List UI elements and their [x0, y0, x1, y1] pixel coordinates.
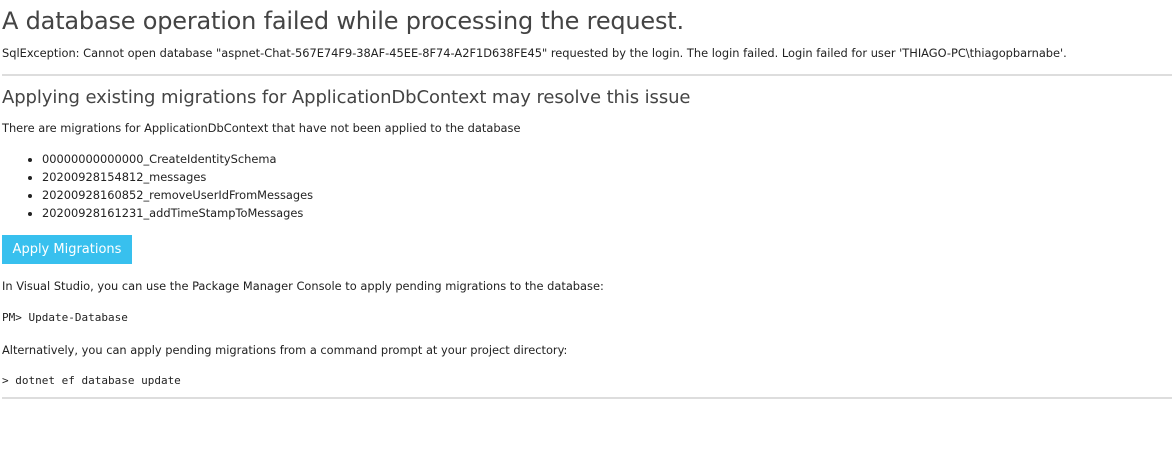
divider [2, 74, 1172, 76]
cli-command: > dotnet ef database update [2, 374, 181, 387]
list-item: 20200928160852_removeUserIdFromMessages [42, 186, 313, 204]
error-detail: SqlException: Cannot open database "aspn… [2, 46, 1067, 60]
list-item: 20200928154812_messages [42, 168, 313, 186]
visual-studio-instructions: In Visual Studio, you can use the Packag… [2, 279, 604, 293]
migrations-heading: Applying existing migrations for Applica… [2, 87, 691, 108]
pm-command: PM> Update-Database [2, 311, 128, 324]
migrations-intro: There are migrations for ApplicationDbCo… [2, 121, 521, 135]
divider [2, 397, 1172, 399]
list-item: 20200928161231_addTimeStampToMessages [42, 204, 313, 222]
list-item: 00000000000000_CreateIdentitySchema [42, 150, 313, 168]
migrations-list: 00000000000000_CreateIdentitySchema 2020… [2, 150, 313, 222]
apply-migrations-button[interactable]: Apply Migrations [2, 235, 132, 264]
cli-instructions: Alternatively, you can apply pending mig… [2, 343, 568, 357]
page-title: A database operation failed while proces… [2, 7, 684, 35]
